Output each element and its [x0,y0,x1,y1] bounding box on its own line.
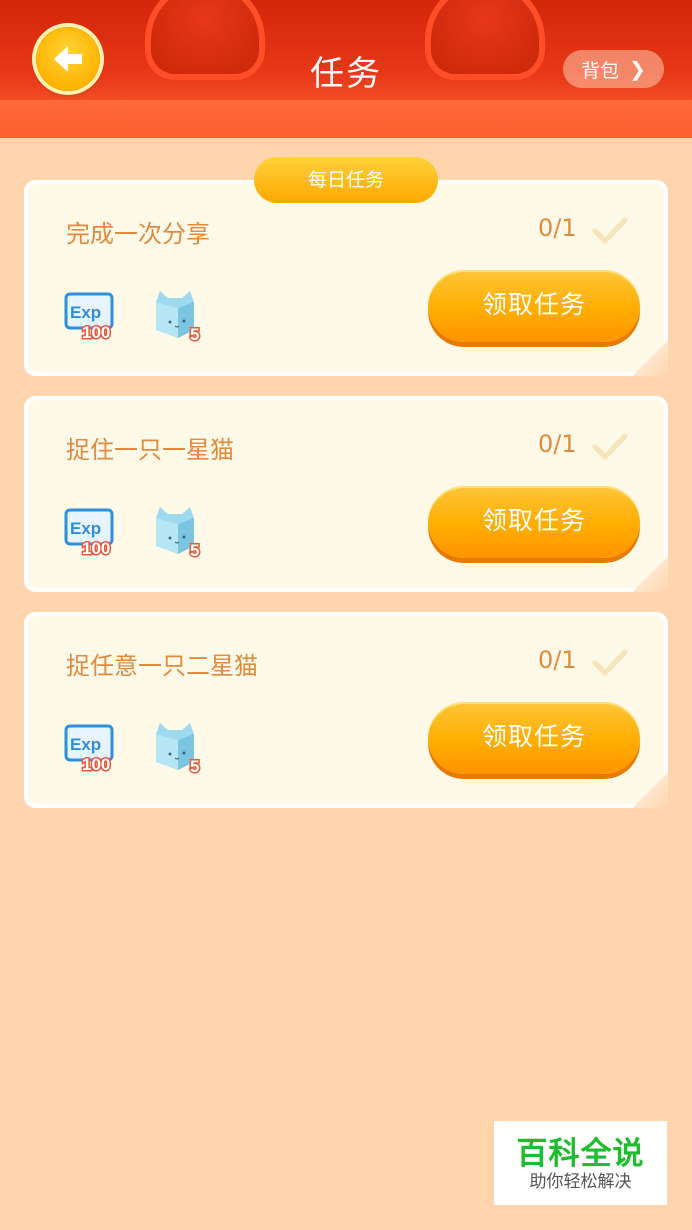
claim-task-button[interactable]: 领取任务 [428,702,640,774]
task-card: 捉任意一只二星猫 0/1 Exp 100 5 领取任务 [24,612,668,808]
exp-reward-icon: Exp 100 [64,292,114,342]
chevron-right-icon: ❯ [629,57,646,81]
claim-task-button[interactable]: 领取任务 [428,270,640,342]
watermark-title: 百科全说 [516,1136,645,1172]
task-progress: 0/1 [538,646,577,674]
header-band [0,100,692,138]
exp-reward-icon: Exp 100 [64,724,114,774]
task-progress: 0/1 [538,430,577,458]
page-curl-decoration [632,340,668,376]
exp-label: Exp [70,735,101,754]
task-card: 捉住一只一星猫 0/1 Exp 100 5 领取任务 [24,396,668,592]
task-card: 完成一次分享 0/1 Exp 100 5 领取任务 [24,180,668,376]
daily-tasks-tag: 每日任务 [254,157,438,203]
backpack-label: 背包 [581,59,620,82]
item-count: 5 [190,757,199,776]
cat-cube-reward-icon: 5 [156,723,201,776]
item-count: 5 [190,325,199,344]
exp-label: Exp [70,303,101,322]
exp-amount: 100 [82,539,110,558]
exp-reward-icon: Exp 100 [64,508,114,558]
task-name: 捉任意一只二星猫 [66,652,258,680]
page-curl-decoration [632,772,668,808]
check-icon [592,649,628,676]
backpack-button[interactable]: 背包 ❯ [563,50,664,88]
check-icon [592,217,628,244]
task-name: 完成一次分享 [66,220,210,248]
exp-amount: 100 [82,755,110,774]
item-count: 5 [190,541,199,560]
cat-cube-reward-icon: 5 [156,507,201,560]
page-curl-decoration [632,556,668,592]
watermark-subtitle: 助你轻松解决 [529,1172,632,1192]
watermark-logo: 百科全说 助你轻松解决 [494,1121,667,1205]
exp-label: Exp [70,519,101,538]
task-name: 捉住一只一星猫 [66,436,234,464]
claim-task-button[interactable]: 领取任务 [428,486,640,558]
check-icon [592,433,628,460]
task-progress: 0/1 [538,214,577,242]
exp-amount: 100 [82,323,110,342]
cat-cube-reward-icon: 5 [156,291,201,344]
